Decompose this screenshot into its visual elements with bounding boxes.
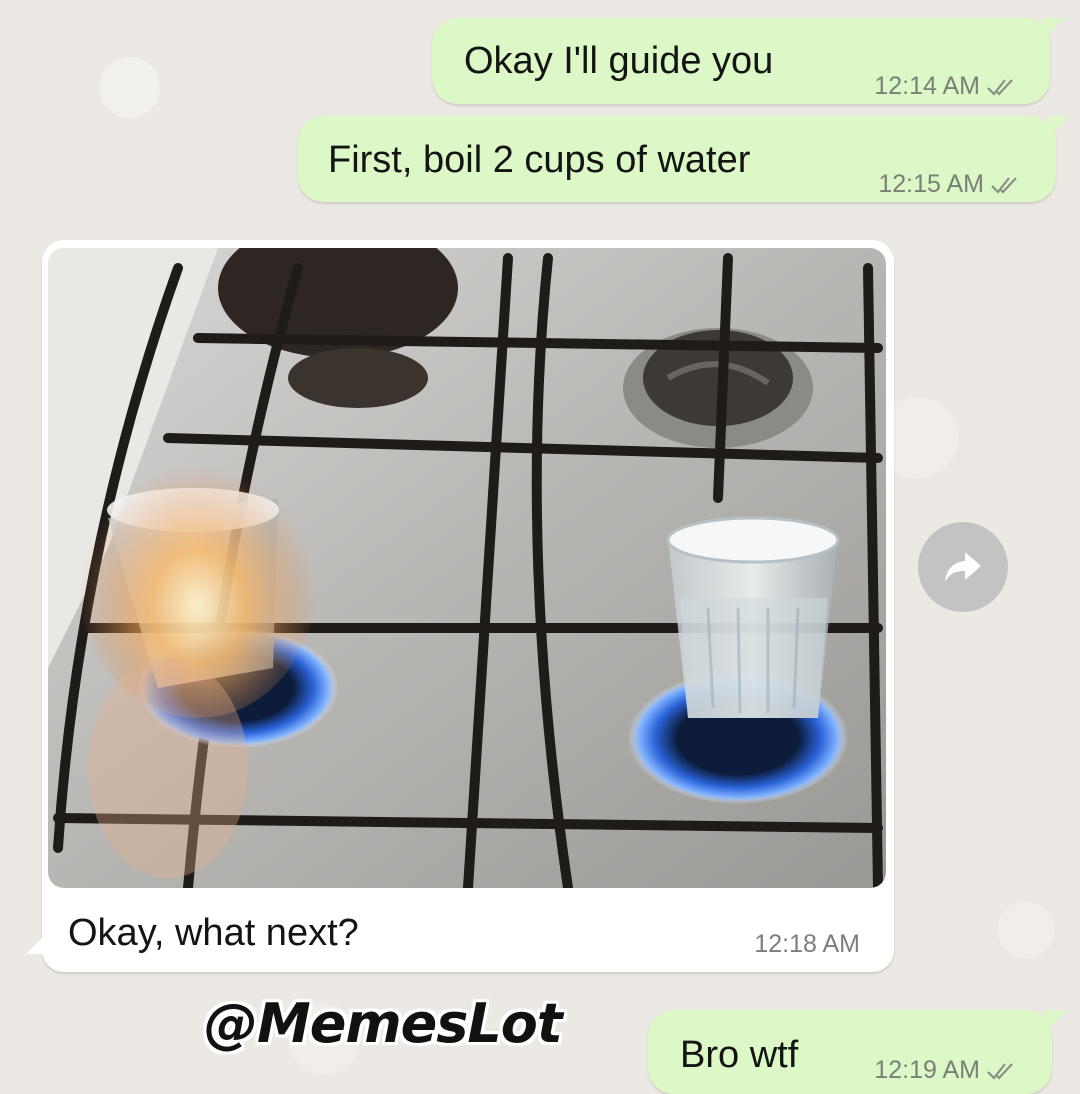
read-receipt-icon xyxy=(987,1062,1013,1080)
read-receipt-icon xyxy=(987,78,1013,96)
message-time: 12:14 AM xyxy=(874,72,980,100)
incoming-image-message[interactable]: Okay, what next? 12:18 AM xyxy=(26,240,894,972)
outgoing-message-bubble[interactable]: Bro wtf 12:19 AM xyxy=(648,1010,1066,1094)
message-meta: 12:15 AM xyxy=(878,170,1020,199)
read-receipt-icon xyxy=(991,176,1017,194)
message-time: 12:19 AM xyxy=(874,1056,980,1084)
bubble-tail xyxy=(1042,18,1064,40)
message-meta: 12:14 AM xyxy=(874,72,1016,101)
message-text: Bro wtf xyxy=(680,1034,799,1076)
message-time: 12:18 AM xyxy=(754,930,860,958)
message-text: First, boil 2 cups of water xyxy=(328,139,751,181)
stove-photo[interactable] xyxy=(48,248,886,888)
outgoing-message-bubble[interactable]: Okay I'll guide you 12:14 AM xyxy=(432,18,1064,104)
message-time: 12:15 AM xyxy=(878,170,984,198)
watermark: @MemesLot xyxy=(204,992,563,1055)
forward-button[interactable] xyxy=(918,522,1008,612)
message-meta: 12:18 AM xyxy=(754,930,860,959)
bubble-tail xyxy=(1044,1010,1066,1032)
stove-photo-illustration xyxy=(48,248,886,888)
message-text: Okay, what next? xyxy=(68,912,359,954)
message-text: Okay I'll guide you xyxy=(464,40,774,82)
bubble-tail xyxy=(26,930,50,954)
outgoing-message-bubble[interactable]: First, boil 2 cups of water 12:15 AM xyxy=(298,116,1070,202)
forward-arrow-icon xyxy=(945,552,981,582)
bubble-tail xyxy=(1048,116,1070,138)
message-meta: 12:19 AM xyxy=(874,1056,1016,1085)
